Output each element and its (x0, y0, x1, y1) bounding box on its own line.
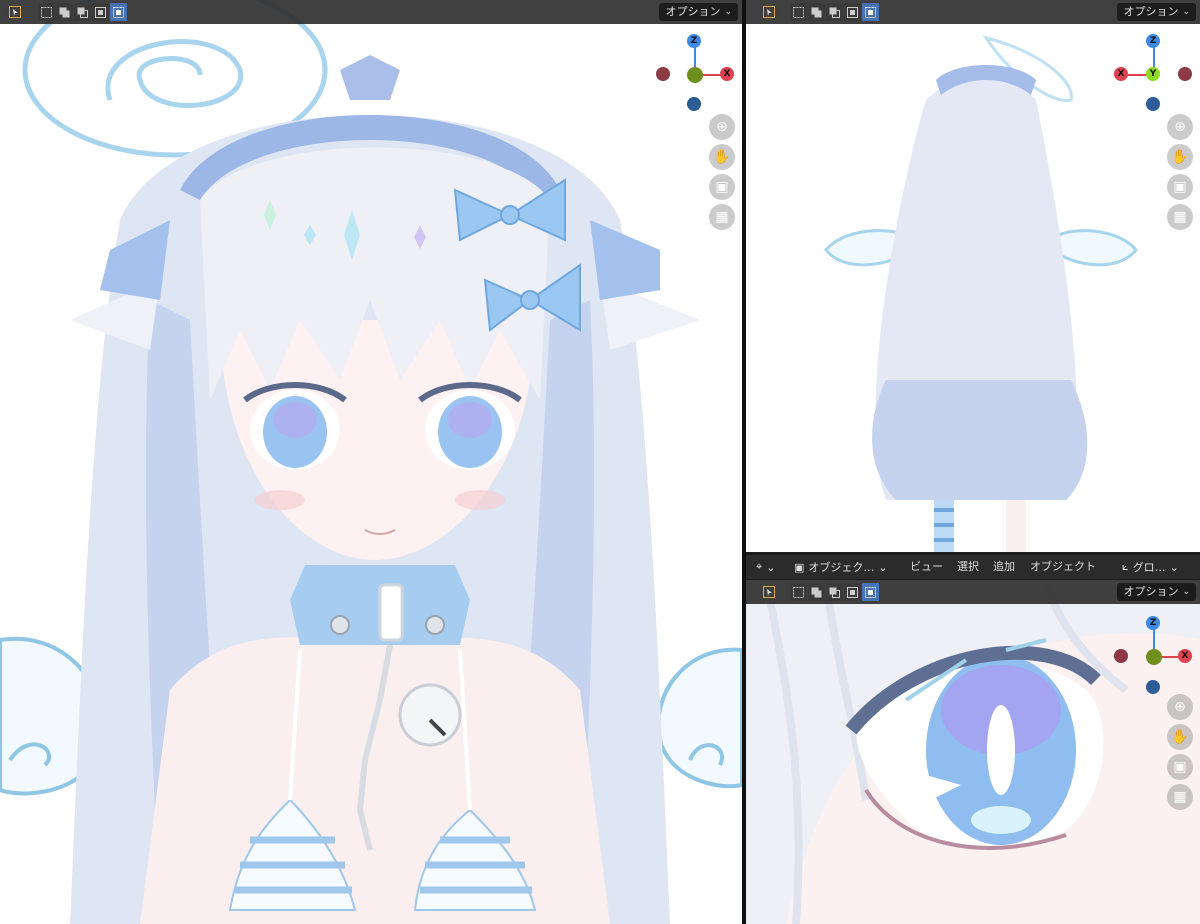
select-subtract-icon[interactable] (826, 583, 843, 601)
select-tool-icon[interactable] (6, 3, 24, 21)
chevron-down-icon: ⌄ (1182, 7, 1190, 17)
select-mode-group (790, 583, 879, 601)
camera-icon[interactable]: ▣ (709, 174, 735, 200)
side-ribbon-right (590, 220, 660, 300)
gizmo-y-axis[interactable] (1146, 649, 1162, 665)
viewport-back[interactable]: オプション ⌄ Z X Y ⊕ ✋ ▣ ▦ (746, 0, 1200, 552)
viewport-main[interactable]: オプション ⌄ Z X ⊕ ✋ ▣ ▦ (0, 0, 742, 924)
navigation-buttons: ⊕ ✋ ▣ ▦ (709, 114, 735, 234)
leg-right (1006, 500, 1026, 552)
wing-right (656, 647, 742, 789)
grid-perspective-icon[interactable]: ▦ (1167, 784, 1193, 810)
navigation-gizmo[interactable]: Z X (652, 30, 742, 120)
menu-object[interactable]: オブジェクト (1030, 555, 1096, 579)
navigation-buttons: ⊕ ✋ ▣ ▦ (1167, 114, 1193, 234)
select-tool-icon[interactable] (760, 583, 778, 601)
object-mode-icon: ▣ (794, 560, 805, 574)
hand-pan-icon[interactable]: ✋ (709, 144, 735, 170)
chevron-down-icon: ⌄ (1182, 587, 1190, 597)
gizmo-neg-x-axis[interactable] (1114, 649, 1128, 663)
select-new-icon[interactable] (790, 583, 807, 601)
options-label: オプション (665, 5, 721, 18)
viewport-header-back: オプション ⌄ (746, 0, 1200, 24)
object-mode-label: オブジェク… (808, 561, 875, 574)
chevron-down-icon: ⌄ (766, 560, 776, 574)
viewport-header-eye: オプション ⌄ (746, 580, 1200, 604)
options-dropdown[interactable]: オプション ⌄ (1117, 583, 1196, 601)
select-new-icon[interactable] (38, 3, 55, 21)
select-mode-group (790, 3, 879, 21)
navigation-gizmo[interactable]: Z X (1109, 612, 1199, 702)
hand-pan-icon[interactable]: ✋ (1167, 144, 1193, 170)
navigation-buttons: ⊕ ✋ ▣ ▦ (1167, 694, 1193, 814)
zoom-icon[interactable]: ⊕ (709, 114, 735, 140)
menu-select[interactable]: 選択 (957, 555, 979, 579)
character-front-view (0, 0, 742, 924)
select-extend-icon[interactable] (56, 3, 73, 21)
transform-pivot-icon: ⌖ (756, 560, 763, 573)
editor-header: ⌖ ⌄ ▣ オブジェク… ⌄ ビュー 選択 追加 オブジェクト ⟀ グロ… ⌄ (746, 555, 1200, 579)
object-mode-dropdown[interactable]: ▣ オブジェク… ⌄ (790, 558, 892, 576)
gizmo-y-axis[interactable]: Y (1146, 67, 1160, 81)
select-extend-icon[interactable] (808, 583, 825, 601)
menu-view[interactable]: ビュー (910, 555, 943, 579)
chevron-down-icon: ⌄ (878, 560, 888, 574)
select-tool-icon[interactable] (760, 3, 778, 21)
select-intersect-icon[interactable] (862, 583, 879, 601)
orientation-icon: ⟀ (1122, 560, 1129, 573)
camera-icon[interactable]: ▣ (1167, 754, 1193, 780)
options-dropdown[interactable]: オプション ⌄ (659, 3, 738, 21)
select-subtract-icon[interactable] (74, 3, 91, 21)
viewport-header-main: オプション ⌄ (0, 0, 742, 24)
select-intersect-icon[interactable] (110, 3, 127, 21)
navigation-gizmo[interactable]: Z X Y (1109, 30, 1199, 120)
camera-icon[interactable]: ▣ (1167, 174, 1193, 200)
select-subtract-icon[interactable] (826, 3, 843, 21)
body (140, 637, 610, 924)
gizmo-neg-z-axis[interactable] (1146, 97, 1160, 111)
bell (398, 683, 462, 747)
chevron-down-icon: ⌄ (724, 7, 732, 17)
options-label: オプション (1123, 585, 1179, 598)
select-invert-icon[interactable] (92, 3, 109, 21)
gizmo-neg-x-axis[interactable] (1178, 67, 1192, 81)
select-mode-group (38, 3, 127, 21)
options-label: オプション (1123, 5, 1179, 18)
select-invert-icon[interactable] (844, 3, 861, 21)
gizmo-neg-z-axis[interactable] (1146, 680, 1160, 694)
options-dropdown[interactable]: オプション ⌄ (1117, 3, 1196, 21)
select-intersect-icon[interactable] (862, 3, 879, 21)
orientation-dropdown[interactable]: ⟀ グロ… ⌄ (1118, 558, 1183, 576)
orientation-label: グロ… (1132, 561, 1166, 574)
gizmo-x-axis[interactable]: X (1178, 649, 1192, 663)
grid-perspective-icon[interactable]: ▦ (1167, 204, 1193, 230)
gizmo-neg-z-axis[interactable] (687, 97, 701, 111)
chevron-down-icon: ⌄ (1169, 560, 1179, 574)
gizmo-z-axis[interactable]: Z (687, 34, 701, 48)
viewport-eye-closeup[interactable]: オプション ⌄ Z X ⊕ ✋ ▣ ▦ (746, 580, 1200, 924)
gizmo-x-axis[interactable]: X (1114, 67, 1128, 81)
menu-add[interactable]: 追加 (993, 555, 1015, 579)
gizmo-y-axis[interactable] (687, 67, 703, 83)
hand-pan-icon[interactable]: ✋ (1167, 724, 1193, 750)
gizmo-z-axis[interactable]: Z (1146, 34, 1160, 48)
select-invert-icon[interactable] (844, 583, 861, 601)
grid-perspective-icon[interactable]: ▦ (709, 204, 735, 230)
zoom-icon[interactable]: ⊕ (1167, 694, 1193, 720)
select-new-icon[interactable] (790, 3, 807, 21)
gizmo-z-axis[interactable]: Z (1146, 616, 1160, 630)
gizmo-x-axis[interactable]: X (720, 67, 734, 81)
select-extend-icon[interactable] (808, 3, 825, 21)
gizmo-neg-x-axis[interactable] (656, 67, 670, 81)
zoom-icon[interactable]: ⊕ (1167, 114, 1193, 140)
editor-type-dropdown[interactable]: ⌖ ⌄ (756, 558, 775, 576)
